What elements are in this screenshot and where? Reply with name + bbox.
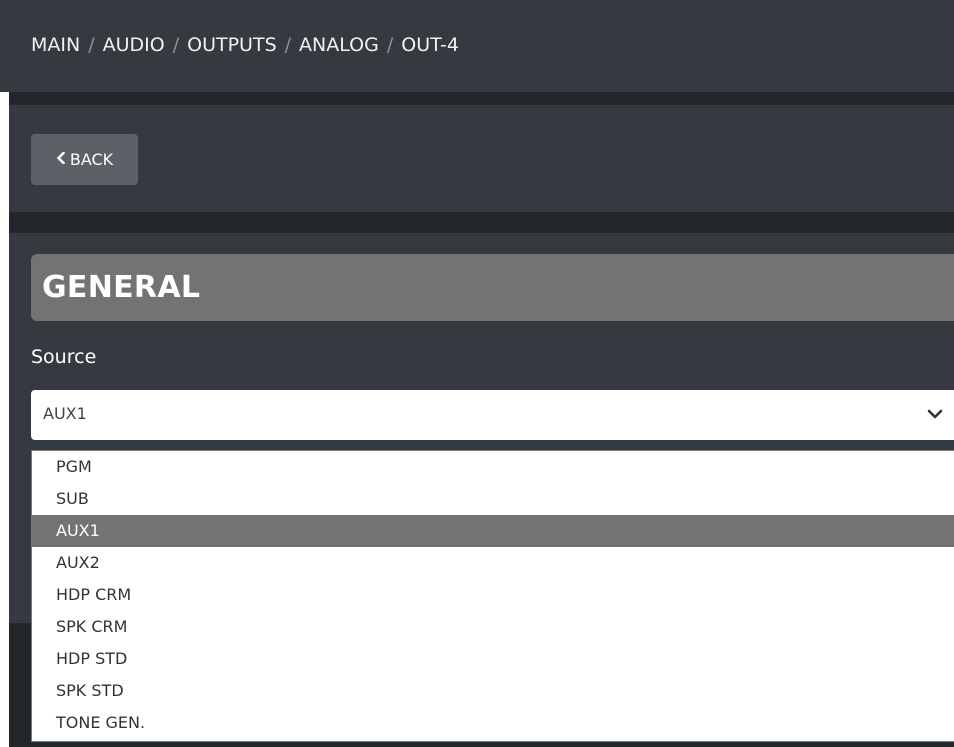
header-bar: MAIN / AUDIO / OUTPUTS / ANALOG / OUT-4 <box>0 0 954 92</box>
option-spk-std[interactable]: SPK STD <box>32 675 954 707</box>
back-button-label: BACK <box>69 150 114 169</box>
section-title: GENERAL <box>42 270 201 305</box>
back-button[interactable]: BACK <box>31 134 138 185</box>
option-sub[interactable]: SUB <box>32 483 954 515</box>
section-header-general: GENERAL <box>31 254 954 321</box>
source-select[interactable]: AUX1 <box>31 390 954 440</box>
divider-band <box>9 212 954 233</box>
breadcrumb-item-analog[interactable]: ANALOG <box>299 34 379 56</box>
chevron-left-icon <box>56 151 66 168</box>
source-dropdown-list: PGM SUB AUX1 AUX2 HDP CRM SPK CRM HDP ST… <box>31 450 954 742</box>
source-label: Source <box>31 346 97 368</box>
breadcrumb-item-outputs[interactable]: OUTPUTS <box>187 34 277 56</box>
breadcrumb-item-main[interactable]: MAIN <box>31 34 80 56</box>
breadcrumb-separator: / <box>172 34 180 56</box>
app-root: MAIN / AUDIO / OUTPUTS / ANALOG / OUT-4 BACK GEN… <box>0 0 954 747</box>
breadcrumb-item-current: OUT-4 <box>401 34 459 56</box>
option-spk-crm[interactable]: SPK CRM <box>32 611 954 643</box>
breadcrumb-separator: / <box>284 34 292 56</box>
chevron-down-icon <box>927 409 943 419</box>
breadcrumb: MAIN / AUDIO / OUTPUTS / ANALOG / OUT-4 <box>31 33 459 57</box>
divider-band <box>9 92 954 105</box>
option-hdp-std[interactable]: HDP STD <box>32 643 954 675</box>
option-aux2[interactable]: AUX2 <box>32 547 954 579</box>
option-hdp-crm[interactable]: HDP CRM <box>32 579 954 611</box>
toolbar-panel <box>9 105 954 212</box>
option-tone-gen[interactable]: TONE GEN. <box>32 707 954 739</box>
source-select-value: AUX1 <box>43 404 87 423</box>
option-aux1[interactable]: AUX1 <box>32 515 954 547</box>
breadcrumb-item-audio[interactable]: AUDIO <box>103 34 165 56</box>
option-pgm[interactable]: PGM <box>32 451 954 483</box>
breadcrumb-separator: / <box>88 34 95 56</box>
breadcrumb-separator: / <box>386 34 394 56</box>
